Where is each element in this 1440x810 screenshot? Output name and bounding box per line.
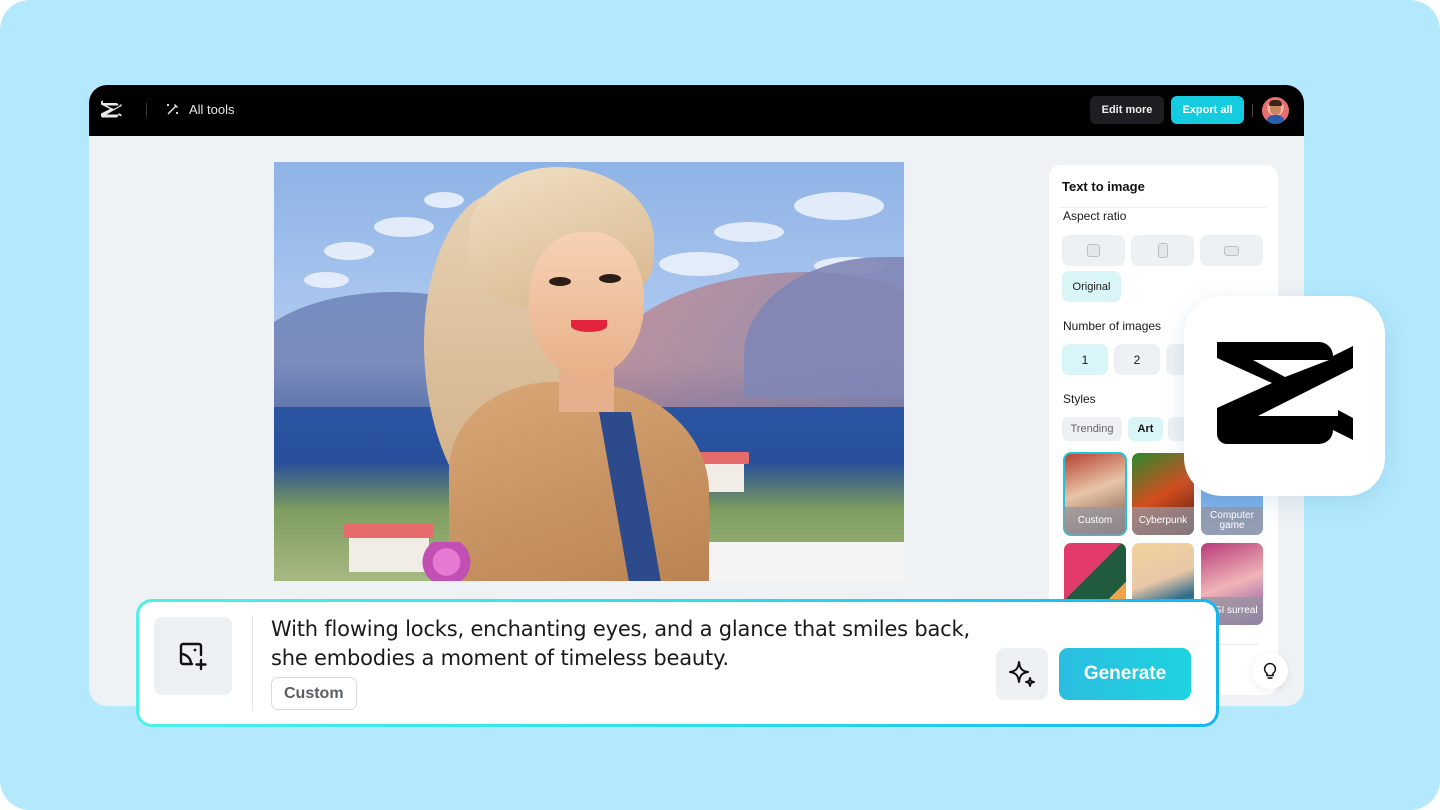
avatar[interactable] xyxy=(1262,97,1289,124)
tips-button[interactable] xyxy=(1252,653,1288,689)
lightbulb-icon xyxy=(1263,662,1277,679)
aspect-square-button[interactable] xyxy=(1062,235,1125,266)
sparkle-icon xyxy=(1009,661,1035,687)
divider xyxy=(252,615,253,711)
generate-button[interactable]: Generate xyxy=(1059,648,1191,700)
top-bar: All tools Edit more Export all xyxy=(89,85,1304,136)
capcut-logo-icon xyxy=(1216,342,1353,444)
square-ratio-icon xyxy=(1087,244,1100,257)
style-thumb-label: Custom xyxy=(1064,507,1126,535)
aspect-original-button[interactable]: Original xyxy=(1062,271,1121,302)
style-thumb-custom[interactable]: Custom xyxy=(1063,452,1127,536)
prompt-bar: With flowing locks, enchanting eyes, and… xyxy=(136,599,1219,727)
image-add-icon xyxy=(179,642,207,671)
style-tab-art[interactable]: Art xyxy=(1128,417,1163,441)
divider xyxy=(146,103,147,117)
capcut-logo-icon[interactable] xyxy=(101,100,124,120)
add-reference-image-button[interactable] xyxy=(154,617,232,695)
prompt-input[interactable]: With flowing locks, enchanting eyes, and… xyxy=(271,615,971,673)
capcut-app-logo xyxy=(1184,296,1385,496)
count-option-2[interactable]: 2 xyxy=(1114,344,1160,375)
style-tab-trending[interactable]: Trending xyxy=(1062,417,1122,441)
enhance-prompt-button[interactable] xyxy=(996,648,1048,700)
style-tag[interactable]: Custom xyxy=(271,677,357,710)
portrait-ratio-icon xyxy=(1157,243,1168,258)
magic-wand-icon xyxy=(167,104,178,115)
number-of-images-label: Number of images xyxy=(1063,319,1162,333)
edit-more-button[interactable]: Edit more xyxy=(1090,96,1164,124)
landscape-ratio-icon xyxy=(1224,245,1239,256)
aspect-ratio-label: Aspect ratio xyxy=(1063,209,1127,223)
divider xyxy=(1252,104,1253,117)
style-thumb-label: Cyberpunk xyxy=(1132,507,1194,535)
divider xyxy=(1059,207,1267,208)
aspect-landscape-button[interactable] xyxy=(1200,235,1263,266)
panel-title: Text to image xyxy=(1062,179,1145,194)
export-all-button[interactable]: Export all xyxy=(1171,96,1244,124)
count-option-1[interactable]: 1 xyxy=(1062,344,1108,375)
generated-image[interactable] xyxy=(274,162,904,581)
all-tools-button[interactable]: All tools xyxy=(165,101,235,117)
aspect-portrait-button[interactable] xyxy=(1131,235,1194,266)
style-thumb-label: Computer game xyxy=(1201,507,1263,535)
all-tools-label: All tools xyxy=(189,101,235,117)
styles-label: Styles xyxy=(1063,392,1096,406)
